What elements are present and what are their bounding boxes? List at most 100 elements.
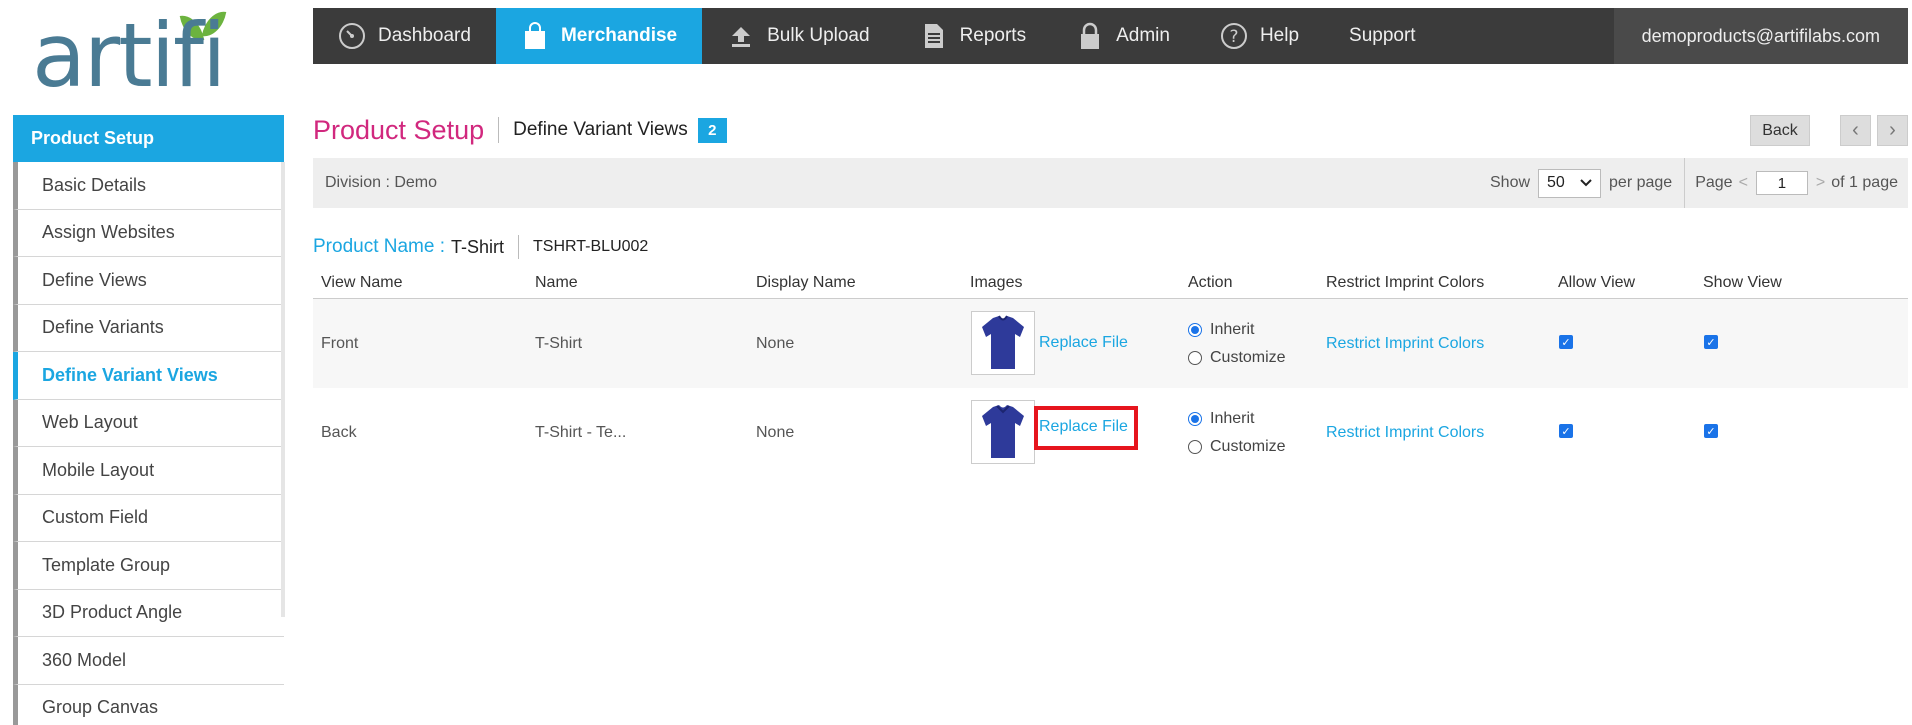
sidebar-scrollbar[interactable]	[281, 162, 285, 617]
artifi-logo[interactable]: artifi	[32, 4, 246, 107]
column-header-show-view: Show View	[1703, 274, 1782, 291]
action-customize-radio[interactable]: Customize	[1188, 349, 1286, 367]
nav-reports-label: Reports	[959, 25, 1027, 46]
product-info: Product Name : T-Shirt TSHRT-BLU002	[313, 235, 648, 259]
column-header-view-name: View Name	[321, 274, 403, 291]
lock-icon	[1076, 22, 1104, 50]
title-divider	[498, 117, 500, 143]
sidebar-item-define-variant-views[interactable]: Define Variant Views	[13, 352, 284, 400]
name-cell: T-Shirt - Te...	[535, 424, 627, 441]
back-button[interactable]: Back	[1750, 115, 1810, 146]
per-page-value: 50	[1547, 174, 1565, 191]
chevron-right-icon: ›	[1889, 119, 1896, 141]
user-account-menu[interactable]: demoproducts@artifilabs.com	[1613, 8, 1908, 64]
view-name-cell: Front	[321, 335, 359, 352]
nav-support[interactable]: Support	[1324, 8, 1441, 64]
nav-bulk-upload[interactable]: Bulk Upload	[702, 8, 894, 64]
nav-support-label: Support	[1349, 25, 1416, 46]
page-actions: Back ‹ ›	[1750, 115, 1908, 146]
table-row: Back T-Shirt - Te... None Replace File I…	[313, 388, 1908, 477]
previous-button[interactable]: ‹	[1840, 115, 1871, 146]
svg-text:?: ?	[1229, 27, 1238, 47]
gauge-icon	[338, 22, 366, 50]
sidebar-item-assign-websites[interactable]: Assign Websites	[13, 209, 284, 257]
division-label: Division : Demo	[325, 174, 438, 191]
chevron-down-icon	[1580, 174, 1592, 192]
action-inherit-radio[interactable]: Inherit	[1188, 321, 1254, 339]
nav-bulk-upload-label: Bulk Upload	[767, 25, 870, 46]
sidebar-item-define-variants[interactable]: Define Variants	[13, 304, 284, 352]
column-header-images: Images	[970, 274, 1023, 291]
replace-file-link[interactable]: Replace File	[1039, 334, 1128, 352]
nav-merchandise-label: Merchandise	[560, 25, 678, 46]
column-header-name: Name	[535, 274, 578, 291]
next-button[interactable]: ›	[1877, 115, 1908, 146]
sidebar-item-group-canvas[interactable]: Group Canvas	[13, 684, 284, 725]
shopping-bag-icon	[521, 22, 549, 50]
sidebar-item-mobile-layout[interactable]: Mobile Layout	[13, 447, 284, 495]
page-count: of 1 page	[1831, 174, 1898, 191]
page-next-link[interactable]: >	[1816, 174, 1825, 192]
nav-dashboard[interactable]: Dashboard	[313, 8, 496, 64]
product-sku: TSHRT-BLU002	[533, 238, 649, 255]
document-icon	[920, 22, 948, 50]
sidebar-item-3d-product-angle[interactable]: 3D Product Angle	[13, 589, 284, 637]
view-name-cell: Back	[321, 424, 357, 441]
nav-admin[interactable]: Admin	[1051, 8, 1195, 64]
nav-merchandise[interactable]: Merchandise	[495, 8, 703, 64]
count-badge: 2	[697, 117, 727, 143]
radio-selected-icon	[1188, 412, 1202, 426]
action-customize-radio[interactable]: Customize	[1188, 438, 1286, 456]
nav-admin-label: Admin	[1116, 25, 1170, 46]
show-view-checkbox[interactable]: ✓	[1704, 424, 1718, 438]
variant-thumbnail[interactable]	[971, 400, 1035, 464]
sidebar-header[interactable]: Product Setup	[13, 115, 284, 162]
filter-divider	[1684, 158, 1686, 208]
per-page-select[interactable]: 50	[1538, 168, 1602, 198]
nav-reports[interactable]: Reports	[895, 8, 1052, 64]
restrict-imprint-colors-link[interactable]: Restrict Imprint Colors	[1326, 335, 1484, 353]
product-name-label: Product Name :	[313, 236, 445, 257]
page-prev-link[interactable]: <	[1739, 174, 1748, 192]
sidebar-item-basic-details[interactable]: Basic Details	[13, 162, 284, 210]
column-header-allow-view: Allow View	[1558, 274, 1636, 291]
radio-unselected-icon	[1188, 351, 1202, 365]
product-divider	[518, 235, 520, 259]
upload-icon	[727, 22, 755, 50]
nav-help-label: Help	[1259, 25, 1300, 46]
logo-text: artifi	[32, 4, 226, 107]
product-name-value: T-Shirt	[451, 236, 505, 257]
display-name-cell: None	[756, 335, 795, 352]
customize-label: Customize	[1210, 438, 1286, 455]
page-number-input[interactable]: 1	[1755, 171, 1808, 195]
inherit-label: Inherit	[1210, 410, 1255, 427]
page-label: Page	[1695, 174, 1733, 191]
sidebar-item-custom-field[interactable]: Custom Field	[13, 494, 284, 542]
sidebar: Product Setup Basic Details Assign Websi…	[13, 115, 284, 725]
filter-bar: Division : Demo Show 50 per page Page < …	[313, 158, 1908, 208]
page-title: Product Setup	[313, 114, 485, 145]
variant-thumbnail[interactable]	[971, 311, 1035, 375]
tshirt-image	[982, 315, 1024, 369]
tshirt-image	[982, 405, 1024, 458]
user-email: demoproducts@artifilabs.com	[1641, 25, 1880, 46]
replace-file-link[interactable]: Replace File	[1039, 418, 1128, 436]
top-navigation: Dashboard Merchandise Bulk Upload Report…	[313, 8, 1908, 64]
nav-help[interactable]: ? Help	[1195, 8, 1324, 64]
restrict-imprint-colors-link[interactable]: Restrict Imprint Colors	[1326, 424, 1484, 442]
nav-dashboard-label: Dashboard	[378, 25, 471, 46]
show-view-checkbox[interactable]: ✓	[1704, 335, 1718, 349]
column-header-display-name: Display Name	[756, 274, 856, 291]
sidebar-item-template-group[interactable]: Template Group	[13, 542, 284, 590]
show-label: Show	[1490, 174, 1531, 191]
column-header-restrict-imprint-colors: Restrict Imprint Colors	[1326, 274, 1485, 291]
action-inherit-radio[interactable]: Inherit	[1188, 410, 1254, 428]
sidebar-item-360-model[interactable]: 360 Model	[13, 637, 284, 685]
page-title-bar: Product Setup Define Variant Views 2	[313, 112, 727, 148]
sidebar-item-web-layout[interactable]: Web Layout	[13, 399, 284, 447]
allow-view-checkbox[interactable]: ✓	[1559, 424, 1573, 438]
allow-view-checkbox[interactable]: ✓	[1559, 335, 1573, 349]
table-row: Front T-Shirt None Replace File Inherit …	[313, 299, 1908, 388]
radio-selected-icon	[1188, 323, 1202, 337]
sidebar-item-define-views[interactable]: Define Views	[13, 257, 284, 305]
